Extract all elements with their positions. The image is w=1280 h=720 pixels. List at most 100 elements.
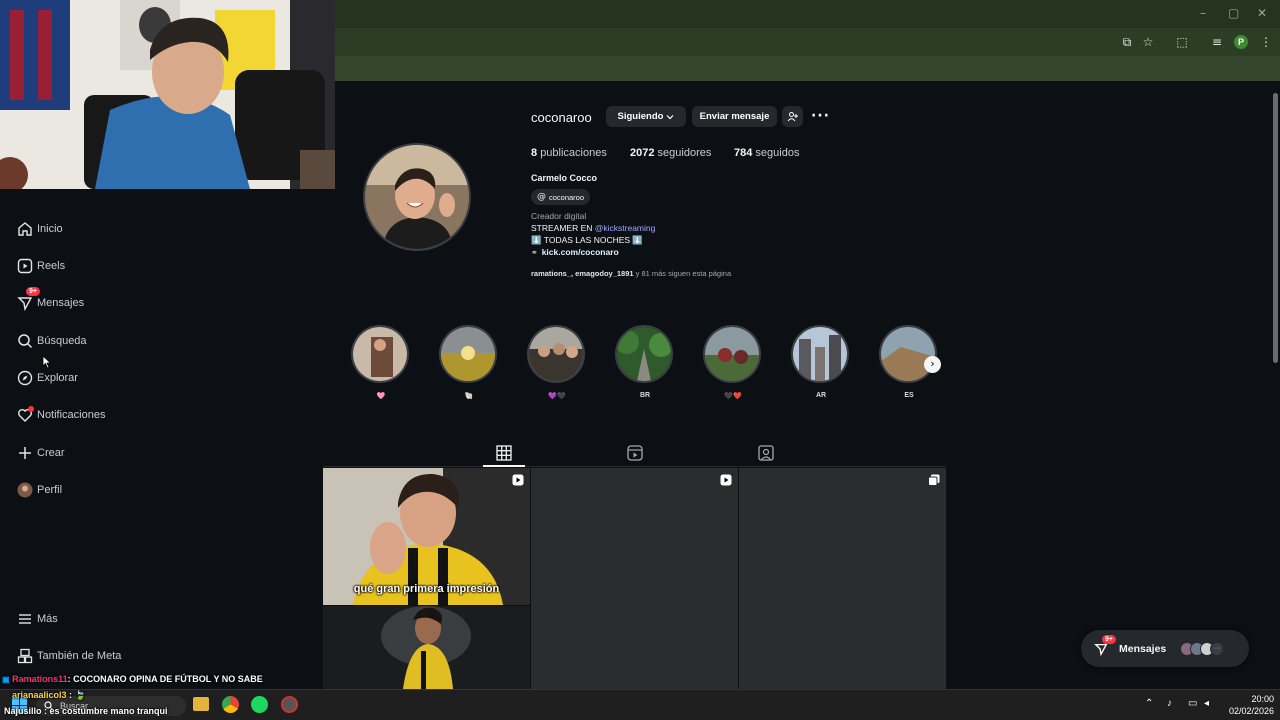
media-control-icon[interactable]: ≡ [1209,34,1225,50]
threads-badge[interactable]: @ coconaroo [531,189,591,205]
link-icon: ⚭ [531,247,538,257]
chat-text: : COCONARO OPINA DE FÚTBOL Y NO SABE [67,674,263,684]
post-tile[interactable] [739,468,946,689]
followers-stat[interactable]: 2072 seguidores [630,147,711,159]
messages-pill[interactable]: 9+ Mensajes ··· [1081,630,1249,667]
sidebar-item-label: Perfil [37,484,63,496]
scrollbar[interactable] [1271,81,1280,689]
scrollbar-thumb[interactable] [1273,93,1278,363]
sidebar-item-reels[interactable]: Reels [16,254,65,278]
chat-username: arianaalicol3 [12,690,67,700]
highlight-item[interactable] [879,325,937,383]
sidebar-item-label: Búsqueda [37,335,87,347]
threads-handle: coconaroo [549,192,585,202]
highlight-cover [353,327,407,381]
extensions-icon[interactable]: ⬚ [1174,34,1190,50]
install-app-icon[interactable]: ⧉ [1119,34,1135,50]
highlight-item[interactable] [527,325,585,383]
browser-titlebar: – ▢ ✕ [335,0,1280,28]
chevron-down-icon [667,114,674,119]
sidebar: Inicio Reels 9+ Mensajes Búsqueda Explor… [0,189,320,689]
sidebar-item-mensajes[interactable]: 9+ Mensajes [16,287,84,315]
volume-icon[interactable]: ◂ [1204,698,1209,709]
highlight-label: 🐚 [464,393,474,400]
webcam-overlay [0,0,335,189]
browser-menu-icon[interactable]: ⋮ [1258,34,1274,50]
highlight-cover [793,327,847,381]
sidebar-item-label: Explorar [37,372,78,384]
close-window-button[interactable]: ✕ [1257,6,1267,20]
reel-icon [720,474,732,486]
sidebar-item-label: Crear [37,447,65,459]
sidebar-item-inicio[interactable]: Inicio [16,217,63,241]
bio-line-2: ⬇️ TODAS LAS NOCHES ⬇️ [531,235,644,245]
profile-external-link[interactable]: ⚭ kick.com/coconaro [531,247,619,257]
sidebar-item-crear[interactable]: Crear [16,441,65,465]
chat-message: Najusillo : es costumbre mano tranqui [4,706,168,716]
sidebar-item-notificaciones[interactable]: Notificaciones [16,403,105,427]
posts-stat[interactable]: 8 publicaciones [531,147,607,159]
taskbar-time[interactable]: 20:00 [1244,694,1274,704]
grid-icon[interactable] [495,444,513,462]
bookmark-star-icon[interactable]: ☆ [1140,34,1156,50]
highlight-label: 💜🖤 [548,393,566,400]
browser-profile-avatar[interactable]: P [1234,35,1248,49]
profile-photo [365,145,469,249]
chat-text: : es costumbre mano tranqui [41,706,168,716]
following-stat[interactable]: 784 seguidos [734,147,799,159]
taskbar-date[interactable]: 02/02/2026 [1220,706,1274,716]
heart-icon [16,406,34,424]
highlight-label: 🩷 [376,393,386,400]
profile-full-name: Carmelo Cocco [531,173,598,183]
chat-username: Ramations11 [12,674,68,684]
obs-icon[interactable] [281,696,298,713]
reels-tab-icon[interactable] [626,444,644,462]
threads-icon: @ [537,192,546,202]
chat-text: : 🍃 [66,690,86,700]
chat-username: Najusillo [4,706,42,716]
profile-avatar[interactable] [363,143,471,251]
sidebar-item-busqueda[interactable]: Búsqueda [16,329,87,353]
followers-label: seguidores [657,147,712,159]
highlight-item[interactable] [439,325,497,383]
sidebar-item-perfil[interactable]: Perfil [16,478,62,502]
bio-mention-link[interactable]: @kickstreaming [595,223,656,233]
followed-by[interactable]: ramations_, emagodoy_1891 y 81 más sigue… [531,269,731,278]
minimize-button[interactable]: – [1200,6,1206,20]
suggested-users-button[interactable] [782,106,803,127]
browser-toolbar [335,28,1280,56]
post-tile[interactable]: qué gran primera impresión [323,468,530,605]
highlight-item[interactable] [351,325,409,383]
file-explorer-icon[interactable] [193,697,209,711]
maximize-button[interactable]: ▢ [1228,6,1239,20]
reel-icon [512,474,524,486]
chevron-up-icon[interactable]: ⌃ [1145,698,1153,709]
network-icon[interactable]: ▭ [1188,698,1197,709]
post-tile[interactable] [531,468,738,689]
notification-badge: 9+ [26,287,40,296]
chat-message: arianaalicol3 : 🍃 [12,690,86,701]
highlight-item[interactable] [615,325,673,383]
more-icon: ··· [1210,641,1225,656]
posts-count: 8 [531,147,538,159]
spotify-icon[interactable] [251,696,268,713]
post-caption: qué gran primera impresión [353,583,500,595]
sidebar-item-explorar[interactable]: Explorar [16,366,78,390]
microphone-icon[interactable]: ♪ [1167,698,1172,709]
chevron-right-icon[interactable]: › [924,356,941,373]
following-button[interactable]: Siguiendo [606,106,686,127]
send-message-button[interactable]: Enviar mensaje [692,106,777,127]
tagged-icon[interactable] [757,444,775,462]
notification-badge: 9+ [1102,634,1116,644]
sidebar-item-meta[interactable]: También de Meta [16,644,121,668]
chat-message: ▣ Ramations11: COCONARO OPINA DE FÚTBOL … [2,674,263,684]
sidebar-item-label: Inicio [37,223,63,235]
chrome-icon[interactable] [222,696,239,713]
highlight-item[interactable] [791,325,849,383]
highlight-item[interactable] [703,325,761,383]
sidebar-item-mas[interactable]: Más [16,607,58,631]
link-text: kick.com/coconaro [541,247,619,257]
highlight-cover [441,327,495,381]
more-options-icon[interactable]: ··· [811,108,830,124]
sidebar-item-label: Más [37,613,58,625]
